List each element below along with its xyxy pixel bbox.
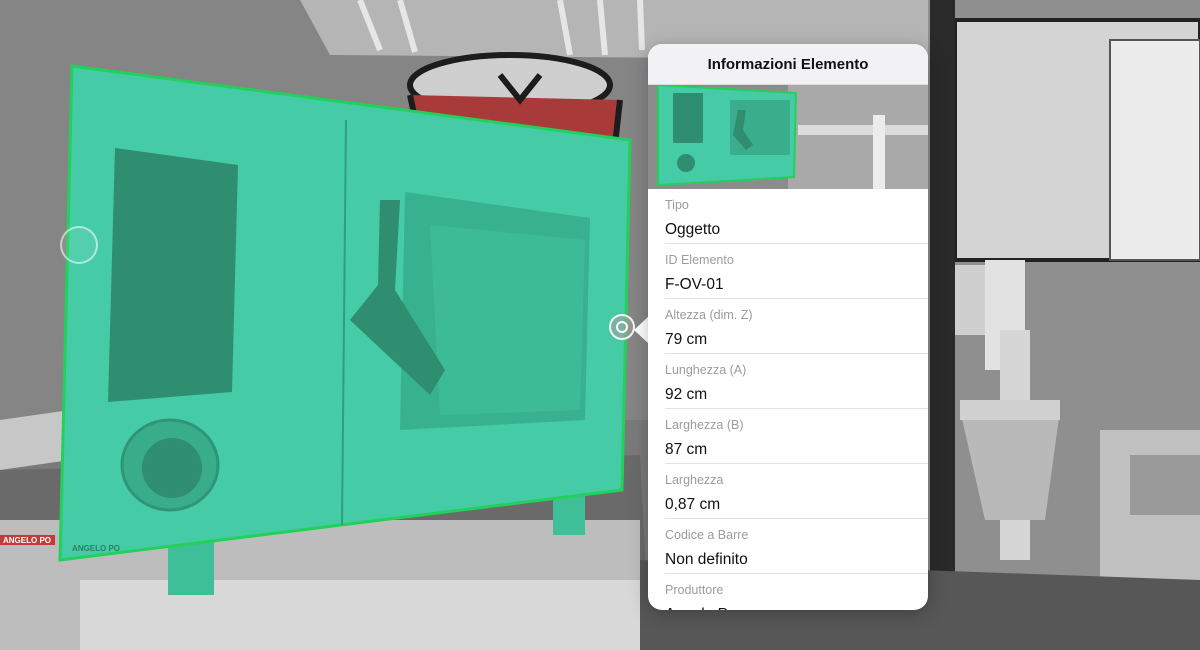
- field-value: 92 cm: [665, 386, 708, 403]
- field-larghezza: Larghezza 0,87 cm: [648, 464, 928, 519]
- field-codice-barre: Codice a Barre Non definito: [648, 519, 928, 574]
- selected-object-highlight[interactable]: ANGELO PO: [0, 0, 1200, 650]
- brand-logo: ANGELO PO: [72, 544, 120, 553]
- field-label: Produttore: [665, 583, 724, 597]
- element-thumbnail: [648, 85, 928, 189]
- field-tipo: Tipo Oggetto: [648, 189, 928, 244]
- field-label: Codice a Barre: [665, 528, 749, 542]
- element-info-popover: Informazioni Elemento Tipo Oggetto ID El…: [648, 44, 928, 610]
- field-label: Altezza (dim. Z): [665, 308, 753, 322]
- field-lunghezza: Lunghezza (A) 92 cm: [648, 354, 928, 409]
- field-value: 0,87 cm: [665, 496, 721, 513]
- field-value: 79 cm: [665, 331, 708, 348]
- field-altezza: Altezza (dim. Z) 79 cm: [648, 299, 928, 354]
- field-label: Larghezza (B): [665, 418, 744, 432]
- field-produttore: Produttore Angelo Po: [648, 574, 928, 610]
- field-label: ID Elemento: [665, 253, 734, 267]
- popover-arrow: [634, 316, 649, 344]
- field-larghezza-b: Larghezza (B) 87 cm: [648, 409, 928, 464]
- element-fields-list: Tipo Oggetto ID Elemento F-OV-01 Altezza…: [648, 189, 928, 610]
- field-value: F-OV-01: [665, 276, 724, 293]
- anchor-handle-right[interactable]: [609, 314, 635, 340]
- popover-title: Informazioni Elemento: [648, 44, 928, 85]
- field-value: Angelo Po: [665, 597, 928, 610]
- viewport-3d-scene[interactable]: ANGELO PO ANGELO PO: [0, 0, 1200, 650]
- field-label: Tipo: [665, 198, 689, 212]
- field-id-elemento: ID Elemento F-OV-01: [648, 244, 928, 299]
- field-value: Oggetto: [665, 221, 721, 238]
- field-value: Non definito: [665, 551, 748, 568]
- field-label: Larghezza: [665, 473, 724, 487]
- resize-handle-left[interactable]: [60, 226, 98, 264]
- field-label: Lunghezza (A): [665, 363, 747, 377]
- field-value: 87 cm: [665, 441, 708, 458]
